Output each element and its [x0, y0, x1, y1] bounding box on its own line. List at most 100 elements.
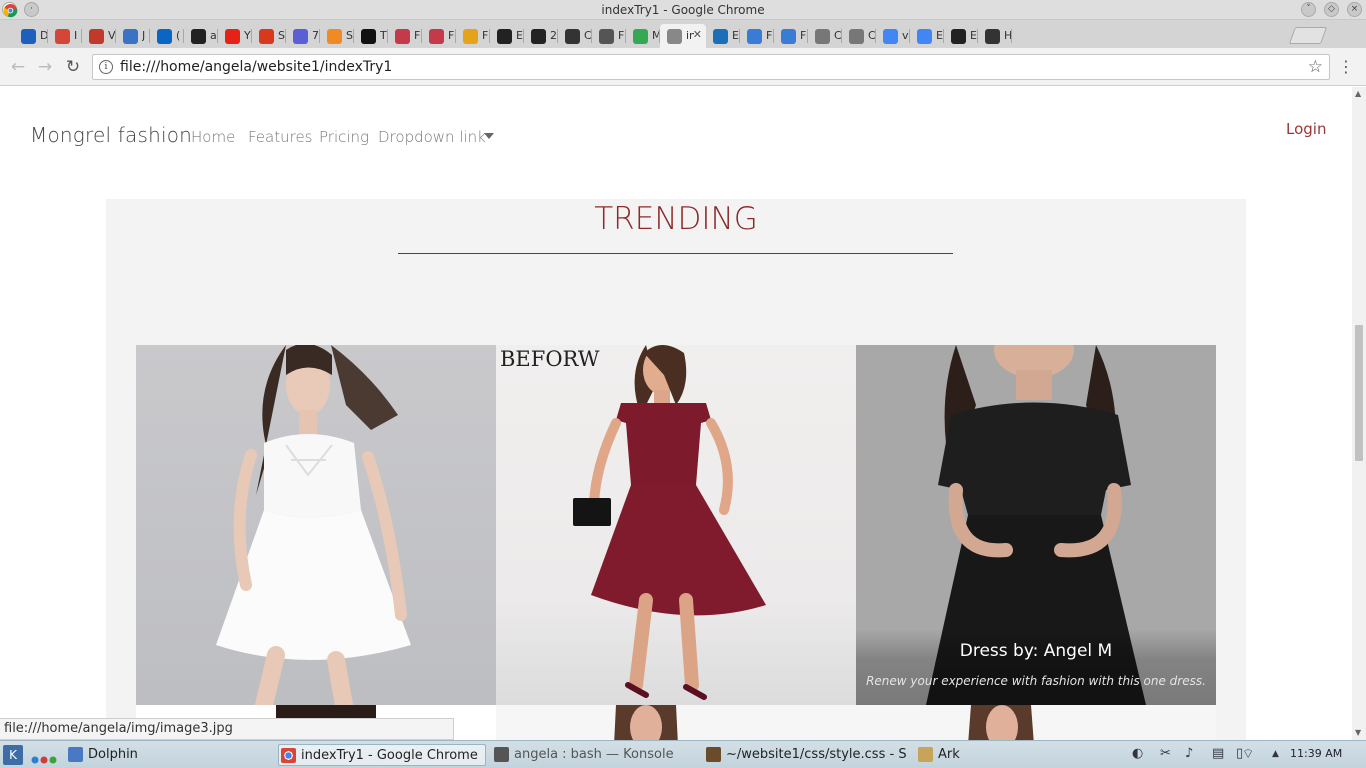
maximize-button[interactable]: ◇ — [1324, 2, 1339, 17]
info-circle-icon[interactable]: i — [99, 60, 113, 74]
google-icon — [883, 29, 898, 44]
tab-9[interactable]: S — [320, 24, 354, 48]
clipboard-icon[interactable]: ▤ — [1212, 746, 1224, 761]
codepen-icon — [599, 29, 614, 44]
google-icon — [917, 29, 932, 44]
nav-home[interactable]: Home — [191, 128, 235, 146]
x-box-icon — [985, 29, 1000, 44]
terminal-icon — [494, 747, 509, 762]
codepen-icon — [565, 29, 580, 44]
url-text[interactable]: file:///home/angela/website1/indexTry1 — [120, 59, 392, 75]
tab-separator — [1011, 29, 1012, 43]
tab-23[interactable]: C — [808, 24, 842, 48]
tray-expand-icon[interactable]: ▲ — [1272, 749, 1279, 759]
page-scrollbar[interactable]: ▲ ▼ — [1352, 87, 1366, 740]
star-icon[interactable]: ☆ — [1308, 57, 1323, 77]
new-tab-button[interactable] — [1288, 27, 1328, 44]
tab-strip: D I V J(a Y S 7 S T F F F E 2 C F Min ✕ E F F C Cv E E H — [0, 20, 1366, 48]
b-icon — [951, 29, 966, 44]
taskbar-clock[interactable]: 11:39 AM — [1290, 747, 1342, 760]
taskbar-item-sublime[interactable]: ~/website1/css/style.css - S — [704, 744, 908, 766]
caption-title: Dress by: Angel M — [959, 641, 1113, 661]
address-bar[interactable]: i file:///home/angela/website1/indexTry1… — [92, 54, 1330, 80]
tab-2[interactable]: V — [82, 24, 116, 48]
tab-12[interactable]: F — [422, 24, 456, 48]
tab-17[interactable]: F — [592, 24, 626, 48]
login-link[interactable]: Login — [1286, 120, 1326, 138]
taskbar-item-label: angela : bash — Konsole — [514, 747, 674, 762]
tab-10[interactable]: T — [354, 24, 388, 48]
taskbar-item-chrome[interactable]: indexTry1 - Google Chrome — [278, 744, 486, 766]
minimize-button[interactable]: ˅ — [1301, 2, 1316, 17]
reload-button[interactable]: ↻ — [63, 57, 83, 77]
window-title: indexTry1 - Google Chrome — [601, 3, 765, 17]
close-window-button[interactable]: × — [1347, 2, 1362, 17]
taskbar-item-dolphin[interactable]: Dolphin — [66, 744, 266, 766]
taskbar-item-label: indexTry1 - Google Chrome — [301, 748, 478, 763]
tab-19[interactable]: in ✕ — [660, 24, 706, 48]
tab-26[interactable]: E — [910, 24, 944, 48]
tab-18[interactable]: M — [626, 24, 660, 48]
volume-icon[interactable]: ♪ — [1185, 746, 1193, 761]
taskbar: K Dolphin indexTry1 - Google Chrome ange… — [0, 740, 1366, 768]
tab-7[interactable]: S — [252, 24, 286, 48]
tab-5[interactable]: a — [184, 24, 218, 48]
asterisk-icon — [327, 29, 342, 44]
nav-features[interactable]: Features — [248, 128, 313, 146]
tab-0[interactable]: D — [14, 24, 48, 48]
taskbar-item-label: Ark — [938, 747, 960, 762]
tab-11[interactable]: F — [388, 24, 422, 48]
activities-icon[interactable] — [31, 750, 57, 764]
tab-8[interactable]: 7 — [286, 24, 320, 48]
link-red-icon — [429, 29, 444, 44]
scroll-up-icon[interactable]: ▲ — [1355, 89, 1361, 98]
tab-20[interactable]: E — [706, 24, 740, 48]
signature-icon — [89, 29, 104, 44]
tab-21[interactable]: F — [740, 24, 774, 48]
tab-28[interactable]: H — [978, 24, 1012, 48]
close-tab-icon[interactable]: ✕ — [693, 28, 702, 41]
code-icon — [747, 29, 762, 44]
forward-button[interactable]: → — [35, 57, 55, 77]
tab-13[interactable]: F — [456, 24, 490, 48]
f-box-icon — [531, 29, 546, 44]
tab-16[interactable]: C — [558, 24, 592, 48]
tab-15[interactable]: 2 — [524, 24, 558, 48]
tab-1[interactable]: I — [48, 24, 82, 48]
tab-6[interactable]: Y — [218, 24, 252, 48]
site-brand[interactable]: Mongrel fashion — [30, 123, 192, 147]
product-image-row2-middle[interactable] — [496, 705, 856, 740]
tab-24[interactable]: C — [842, 24, 876, 48]
trending-title: TRENDING — [594, 201, 758, 237]
tab-14[interactable]: E — [490, 24, 524, 48]
linkedin-icon — [157, 29, 172, 44]
kebab-menu-icon[interactable]: ⋮ — [1338, 57, 1354, 76]
taskbar-item-konsole[interactable]: angela : bash — Konsole — [492, 744, 692, 766]
taskbar-item-label: Dolphin — [88, 747, 138, 762]
tab-3[interactable]: J — [116, 24, 150, 48]
scroll-down-icon[interactable]: ▼ — [1355, 728, 1361, 737]
doc-icon — [815, 29, 830, 44]
screen: · indexTry1 - Google Chrome ˅ ◇ × D I V J(a… — [0, 0, 1366, 768]
nav-dropdown-link[interactable]: Dropdown link — [378, 128, 486, 146]
product-image-white-dress[interactable] — [136, 345, 496, 705]
chevron-down-icon[interactable] — [484, 133, 494, 139]
product-image-row2-right[interactable] — [856, 705, 1216, 740]
link-status-bubble: file:///home/angela/img/image3.jpg — [0, 718, 454, 740]
scrollbar-thumb[interactable] — [1355, 325, 1363, 461]
back-button[interactable]: ← — [8, 57, 28, 77]
tab-22[interactable]: F — [774, 24, 808, 48]
tab-27[interactable]: E — [944, 24, 978, 48]
chat-icon[interactable]: ◐ — [1132, 746, 1143, 761]
wifi-icon[interactable]: ⌔ — [1242, 746, 1254, 762]
tab-25[interactable]: v — [876, 24, 910, 48]
product-image-red-dress[interactable]: BEFORW — [496, 345, 856, 705]
nav-pricing[interactable]: Pricing — [319, 128, 369, 146]
product-image-black-dress[interactable]: Dress by: Angel M Renew your experience … — [856, 345, 1216, 705]
scissors-icon[interactable]: ✂ — [1160, 746, 1171, 761]
m-red-icon — [259, 29, 274, 44]
kde-start-icon[interactable]: K — [3, 745, 23, 765]
tab-4[interactable]: ( — [150, 24, 184, 48]
taskbar-item-ark[interactable]: Ark — [916, 744, 1036, 766]
page-icon — [667, 29, 682, 44]
